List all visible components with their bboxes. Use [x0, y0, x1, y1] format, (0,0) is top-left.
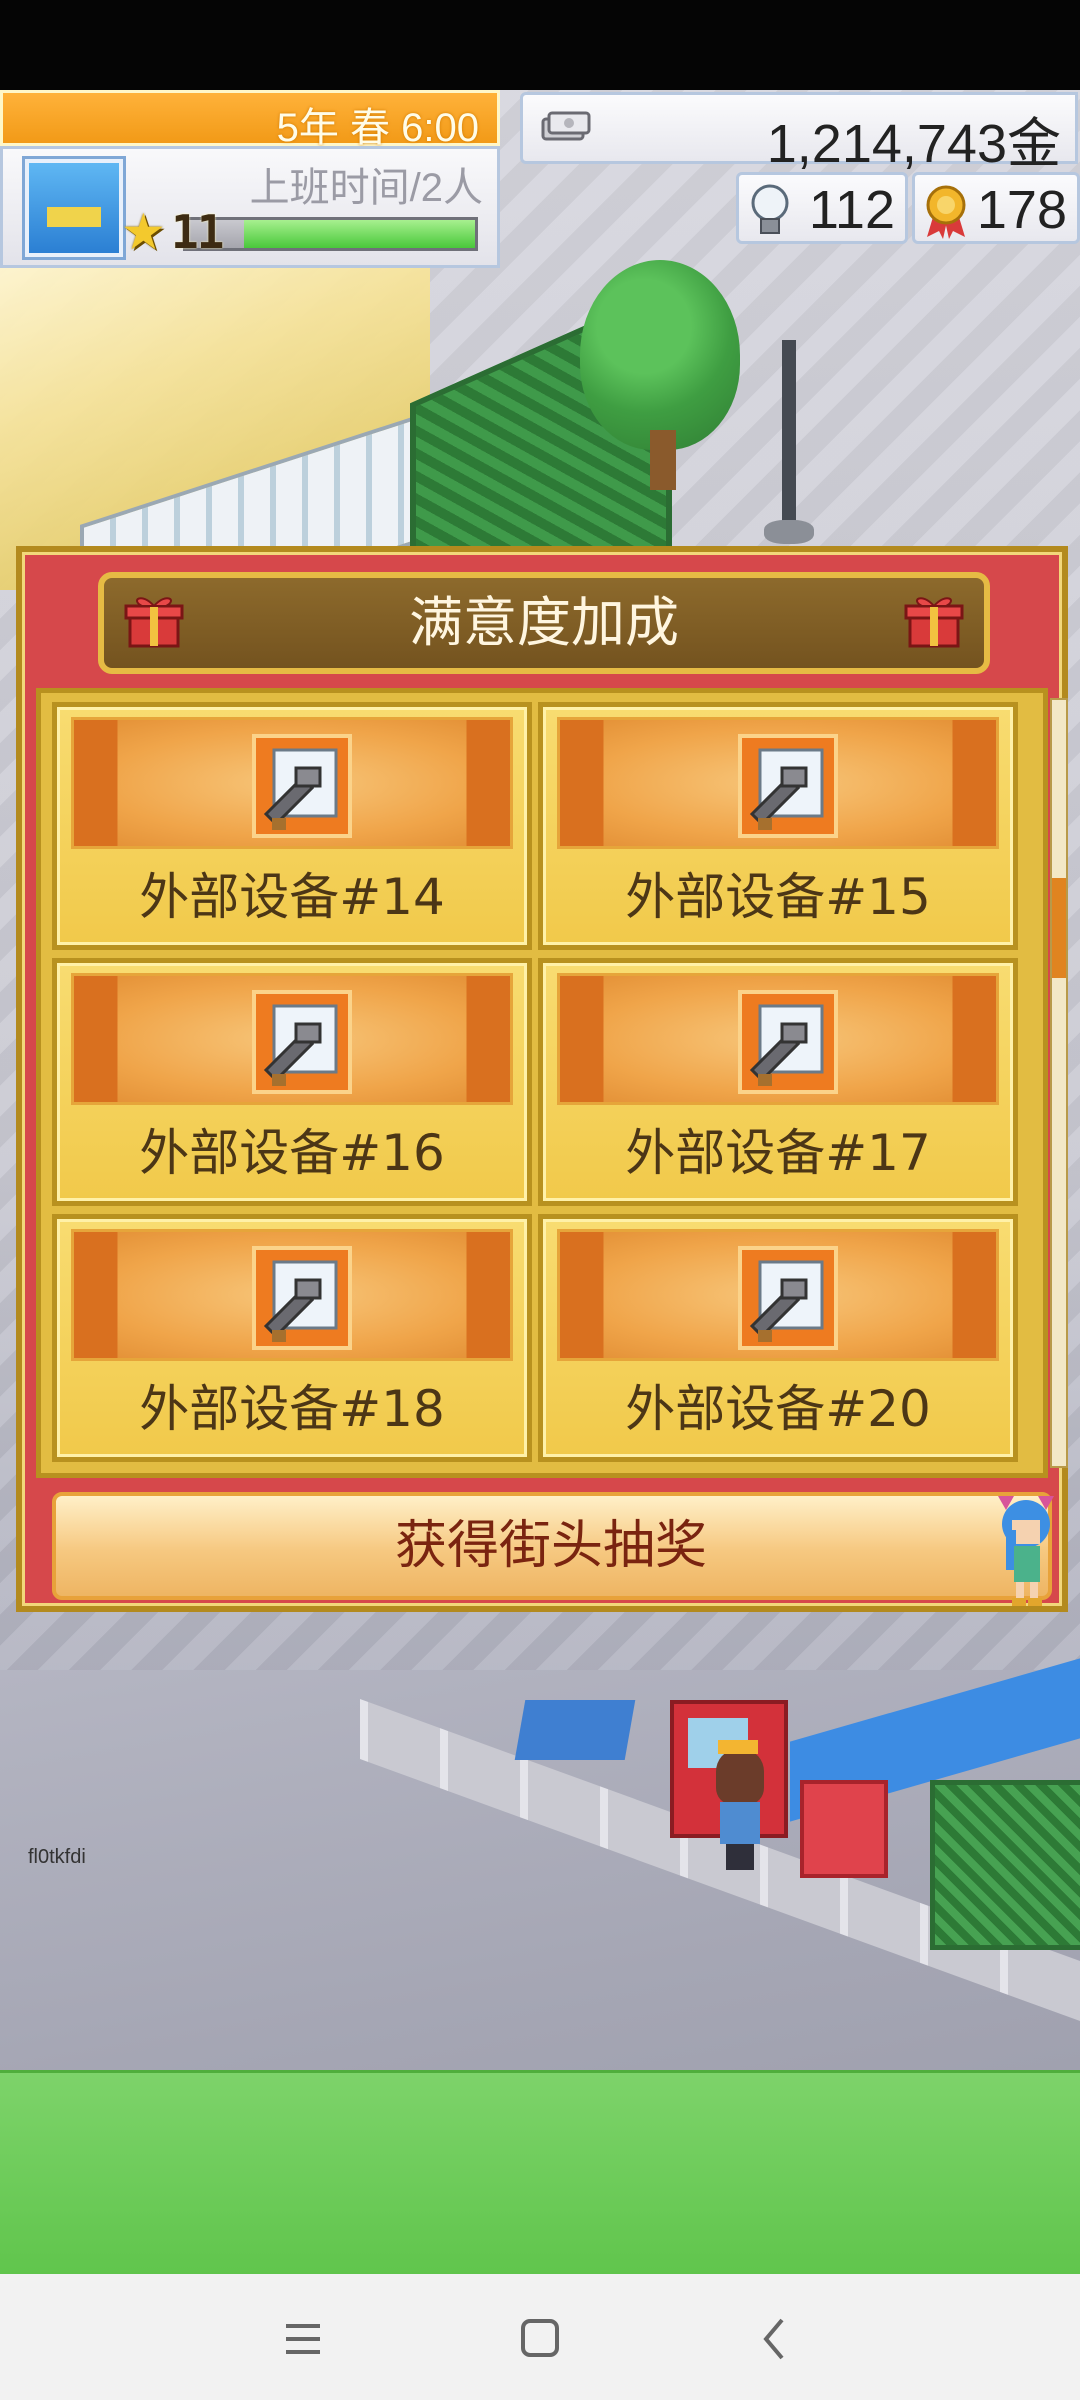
status-bar	[0, 0, 1080, 90]
item-banner	[557, 973, 999, 1105]
street-lamp-base	[764, 520, 814, 544]
mailbox	[800, 1780, 888, 1878]
company-logo-icon[interactable]	[25, 159, 123, 257]
customer-character[interactable]	[712, 1740, 768, 1870]
wrench-icon	[252, 990, 352, 1094]
scrollbar-track[interactable]	[1050, 698, 1068, 1468]
bonus-item-card[interactable]: 外部设备#16	[52, 958, 532, 1206]
navigation-bar	[0, 2274, 1080, 2400]
item-label: 外部设备#18	[139, 1380, 445, 1438]
wrench-icon	[252, 734, 352, 838]
home-icon[interactable]	[505, 2304, 575, 2374]
bonus-item-card[interactable]: 外部设备#20	[538, 1214, 1018, 1462]
item-banner	[71, 1229, 513, 1361]
street-lottery-button[interactable]: 获得街头抽奖	[52, 1492, 1052, 1600]
ad-banner[interactable]	[0, 2070, 1080, 2277]
wrench-icon	[252, 1246, 352, 1350]
item-label: 外部设备#17	[625, 1124, 931, 1182]
back-icon[interactable]	[740, 2304, 810, 2374]
blue-stall	[514, 1700, 636, 1760]
menu-icon[interactable]	[268, 2304, 338, 2374]
research-points-display[interactable]: 112	[736, 172, 908, 244]
street-lamp	[782, 340, 796, 540]
scrollbar-thumb[interactable]	[1052, 878, 1066, 978]
item-banner	[557, 1229, 999, 1361]
gift-icon	[904, 597, 964, 648]
green-fence-right	[930, 1780, 1080, 1950]
level-progress-fill	[244, 220, 475, 248]
medal-icon	[926, 185, 966, 239]
debug-label: fl0tkfdi	[28, 1846, 86, 1868]
dialog-title: 满意度加成	[409, 591, 679, 654]
money-stack-icon	[541, 111, 591, 141]
item-label: 外部设备#20	[625, 1380, 931, 1438]
item-label: 外部设备#14	[139, 868, 445, 926]
level-progress-bar	[183, 217, 478, 251]
medals-value: 178	[976, 180, 1067, 240]
mascot-character-icon	[998, 1496, 1054, 1606]
bonus-item-card[interactable]: 外部设备#17	[538, 958, 1018, 1206]
satisfaction-bonus-dialog: 满意度加成 外部设备#14 外部设备#15 外部设备#16 外部设备#17 外部…	[16, 546, 1068, 1612]
item-banner	[557, 717, 999, 849]
bonus-item-card[interactable]: 外部设备#14	[52, 702, 532, 950]
item-label: 外部设备#16	[139, 1124, 445, 1182]
date-bar: 5年 春 6:00	[0, 90, 500, 150]
street-lottery-label: 获得街头抽奖	[394, 1516, 707, 1576]
date-staff-panel[interactable]: 5年 春 6:00 上班时间/2人 ★ 11	[0, 90, 500, 268]
wrench-icon	[738, 1246, 838, 1350]
medals-display[interactable]: 178	[912, 172, 1080, 244]
shift-status: 上班时间/2人	[249, 166, 483, 210]
item-banner	[71, 973, 513, 1105]
gift-icon	[124, 597, 184, 648]
money-amount: 1,214,743金	[766, 114, 1061, 174]
item-label: 外部设备#15	[625, 868, 931, 926]
tree	[580, 260, 740, 450]
tree-trunk	[650, 430, 676, 490]
item-banner	[71, 717, 513, 849]
company-info-bar: 上班时间/2人 ★ 11	[0, 146, 500, 268]
bonus-item-card[interactable]: 外部设备#18	[52, 1214, 532, 1462]
wrench-icon	[738, 990, 838, 1094]
money-display[interactable]: 1,214,743金	[520, 92, 1078, 174]
dialog-header: 满意度加成	[98, 572, 990, 674]
lightbulb-icon	[751, 184, 789, 234]
company-level: 11	[171, 205, 224, 259]
wrench-icon	[738, 734, 838, 838]
game-date: 5年 春 6:00	[276, 106, 479, 150]
research-points-value: 112	[808, 180, 895, 240]
bonus-item-card[interactable]: 外部设备#15	[538, 702, 1018, 950]
star-icon: ★	[121, 203, 166, 261]
